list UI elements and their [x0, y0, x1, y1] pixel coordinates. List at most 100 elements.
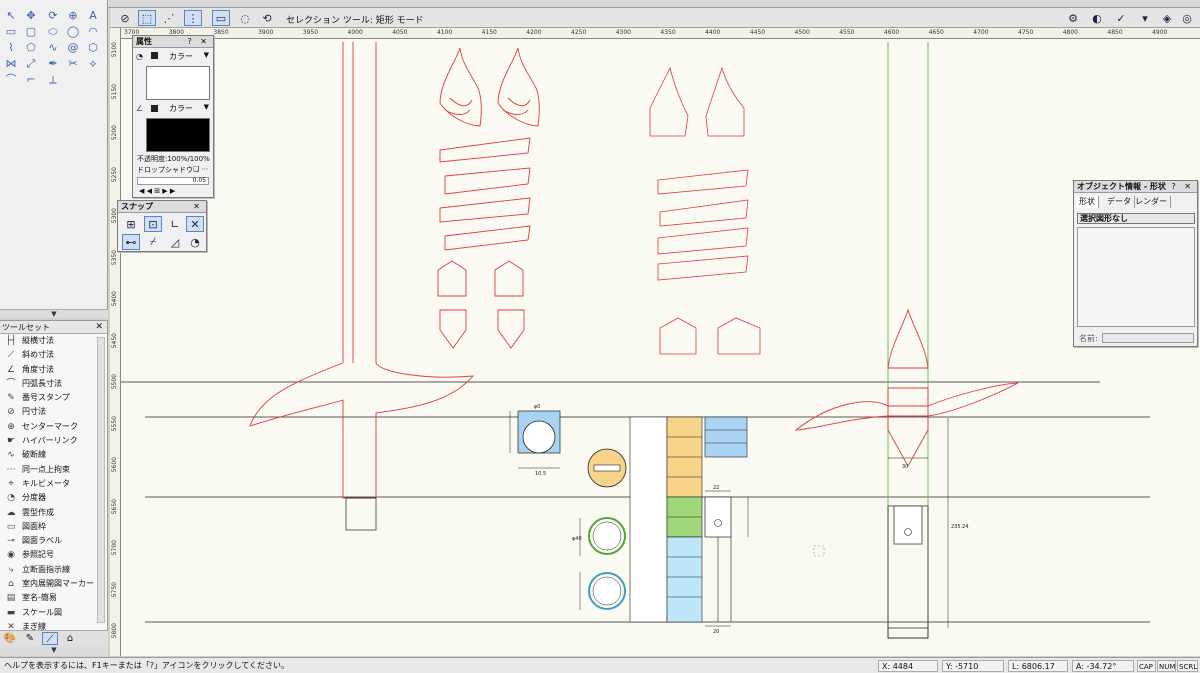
- tab-annotation-icon[interactable]: ✎: [22, 632, 38, 645]
- rectangle-tool-icon[interactable]: ▭: [4, 26, 18, 38]
- toolset-item[interactable]: ◉ 参照記号: [0, 548, 107, 562]
- flyover-icon[interactable]: ◎: [1178, 10, 1196, 26]
- regular-polygon-tool-icon[interactable]: ⬡: [86, 42, 100, 54]
- toolset-item[interactable]: ⊕ センターマーク: [0, 420, 107, 434]
- toolset-item[interactable]: ⊸ 図面ラベル: [0, 534, 107, 548]
- polygon-mode-icon[interactable]: ⋰: [160, 10, 178, 26]
- rectangle-mode-icon[interactable]: ⬚: [138, 10, 156, 26]
- flyover-tool-icon[interactable]: ⟳: [46, 10, 60, 22]
- toolset-item[interactable]: ⊘ 円寸法: [0, 405, 107, 419]
- toolset-item[interactable]: ☁ 雲型作成: [0, 506, 107, 520]
- polygon-tool-icon[interactable]: ⬠: [24, 42, 38, 54]
- object-info-title[interactable]: オブジェクト情報 - 形状 ? ✕: [1074, 181, 1197, 193]
- close-icon[interactable]: ✕: [95, 321, 103, 334]
- tab-building-icon[interactable]: ⌂: [62, 632, 78, 645]
- snap-tangent-icon[interactable]: ⌿: [144, 234, 162, 250]
- selection-tool-icon[interactable]: ↖: [4, 10, 18, 22]
- grid-snap-icon[interactable]: ⋮: [184, 10, 202, 26]
- snap-distance-icon[interactable]: ⊷: [122, 234, 140, 250]
- standard-view-icon[interactable]: ◈: [1158, 10, 1176, 26]
- snap-edge-icon[interactable]: ◿: [166, 234, 184, 250]
- arrowhead-controls-icon[interactable]: ◀ ◀ ⊞ ▶ ▶: [139, 187, 175, 195]
- rotate-tool-icon[interactable]: ⟲: [258, 10, 276, 26]
- spiral-tool-icon[interactable]: @: [66, 42, 80, 54]
- circle-tool-icon[interactable]: ◯: [66, 26, 80, 38]
- toolset-item[interactable]: ⤷ 立断面指示線: [0, 563, 107, 577]
- view-settings-icon[interactable]: ⚙: [1064, 10, 1082, 26]
- pen-dropdown-icon[interactable]: ▼: [204, 103, 209, 111]
- fill-dropdown-icon[interactable]: ▼: [204, 51, 209, 59]
- pan-tool-icon[interactable]: ✥: [24, 10, 38, 22]
- arc-tool-icon[interactable]: ◠: [86, 26, 100, 38]
- toolset-item[interactable]: ⌂ 室内展開図マーカー: [0, 577, 107, 591]
- rounded-rect-tool-icon[interactable]: ▢: [24, 26, 38, 38]
- toolset-scrollbar[interactable]: [97, 337, 105, 623]
- layer-options-icon[interactable]: ✓: [1112, 10, 1130, 26]
- toolset-item[interactable]: ⌒ 円弧長寸法: [0, 377, 107, 391]
- lasso-mode-icon[interactable]: ◌: [236, 10, 254, 26]
- chamfer-tool-icon[interactable]: ⌐: [24, 74, 38, 86]
- toolset-item[interactable]: ▭ 図面枠: [0, 520, 107, 534]
- drop-shadow-settings-icon[interactable]: ❑ ⋯: [193, 165, 209, 173]
- trim-tool-icon[interactable]: ✂: [66, 58, 80, 70]
- snap-angle-icon[interactable]: ∟: [166, 216, 184, 232]
- connect-tool-icon[interactable]: ⟂: [46, 74, 60, 86]
- pen-color-label[interactable]: カラー: [169, 103, 193, 114]
- tab-dimension-icon[interactable]: ⟋: [42, 632, 58, 645]
- top-ruler[interactable]: 3700 3800 3850 3900 3950 4000 4050 4100 4150 4200…: [110, 28, 1200, 39]
- toolset-item[interactable]: ▬ スケール図: [0, 606, 107, 620]
- snap-palette-title[interactable]: スナップ ✕: [118, 201, 206, 213]
- fill-preview[interactable]: [146, 66, 210, 100]
- opacity-label[interactable]: 不透明度:100%/100%: [137, 154, 210, 164]
- toolset-item[interactable]: ◔ 分度器: [0, 491, 107, 505]
- snap-object-icon[interactable]: ⊡: [144, 216, 162, 232]
- mirror-tool-icon[interactable]: ⋈: [4, 58, 18, 70]
- toolset-scroll-down-icon[interactable]: ▼: [0, 646, 108, 656]
- fill-style-icon[interactable]: ◔: [136, 52, 143, 61]
- pen-type-swatch[interactable]: [151, 105, 158, 112]
- pen-style-icon[interactable]: ∠: [136, 104, 143, 113]
- tab-basic-icon[interactable]: 🎨: [2, 632, 18, 645]
- render-mode-icon[interactable]: ◐: [1088, 10, 1106, 26]
- oval-tool-icon[interactable]: ⬭: [46, 26, 60, 38]
- fill-type-swatch[interactable]: [151, 52, 158, 59]
- toolset-item[interactable]: ⋯ 同一点上拘束: [0, 463, 107, 477]
- toolset-item[interactable]: ├┤ 縦横寸法: [0, 334, 107, 348]
- offset-tool-icon[interactable]: ⤢: [24, 58, 38, 70]
- drawing-canvas[interactable]: φ0 10.5 22 20 235.24 φ40 30: [110, 28, 1200, 656]
- deselect-icon[interactable]: ⊘: [116, 10, 134, 26]
- snap-controls-icon[interactable]: ✕: [193, 201, 203, 213]
- object-info-tab[interactable]: 形状: [1076, 196, 1099, 208]
- zoom-tool-icon[interactable]: ⊕: [66, 10, 80, 22]
- object-name-field[interactable]: [1102, 333, 1194, 343]
- attributes-palette-title[interactable]: 属性 ? ✕: [133, 36, 213, 48]
- object-info-tab[interactable]: レンダー: [1132, 196, 1171, 208]
- snap-intersection-icon[interactable]: ✕: [186, 216, 204, 232]
- fillet-tool-icon[interactable]: ⌒: [4, 74, 18, 86]
- snap-point-icon[interactable]: ◔: [186, 234, 204, 250]
- palette-controls-icon[interactable]: ? ✕: [188, 36, 211, 48]
- polyline-tool-icon[interactable]: ⌇: [4, 42, 18, 54]
- frame-select-icon[interactable]: ▭: [212, 10, 230, 26]
- pen-preview[interactable]: [146, 118, 210, 152]
- toolset-item[interactable]: ☛ ハイパーリンク: [0, 434, 107, 448]
- toolset-item[interactable]: ✎ 番号スタンプ: [0, 391, 107, 405]
- toolset-item[interactable]: ∿ 破断線: [0, 448, 107, 462]
- fill-color-label[interactable]: カラー: [169, 51, 193, 62]
- drawing-svg[interactable]: φ0 10.5 22 20 235.24 φ40 30: [110, 28, 1200, 656]
- object-info-controls-icon[interactable]: ? ✕: [1172, 181, 1195, 193]
- toolset-item[interactable]: ⌖ キルビメータ: [0, 477, 107, 491]
- reshape-tool-icon[interactable]: ⟡: [86, 58, 100, 70]
- line-weight-field[interactable]: 0.05: [137, 177, 209, 185]
- text-tool-icon[interactable]: A: [86, 10, 100, 22]
- object-info-tab[interactable]: データ: [1104, 196, 1135, 208]
- toolset-item[interactable]: ▤ 室名-簡易: [0, 591, 107, 605]
- class-options-icon[interactable]: ▾: [1136, 10, 1154, 26]
- eyedropper-tool-icon[interactable]: ✒: [46, 58, 60, 70]
- palette-scroll-down-icon[interactable]: ▼: [0, 309, 108, 318]
- left-ruler[interactable]: 5100 5150 5200 5250 5300 5350 5400 5450 5500 5550…: [110, 28, 121, 656]
- toolset-item[interactable]: ∠ 角度寸法: [0, 363, 107, 377]
- toolset-item[interactable]: ⟋ 斜め寸法: [0, 348, 107, 362]
- freehand-tool-icon[interactable]: ∿: [46, 42, 60, 54]
- snap-grid-icon[interactable]: ⊞: [122, 216, 140, 232]
